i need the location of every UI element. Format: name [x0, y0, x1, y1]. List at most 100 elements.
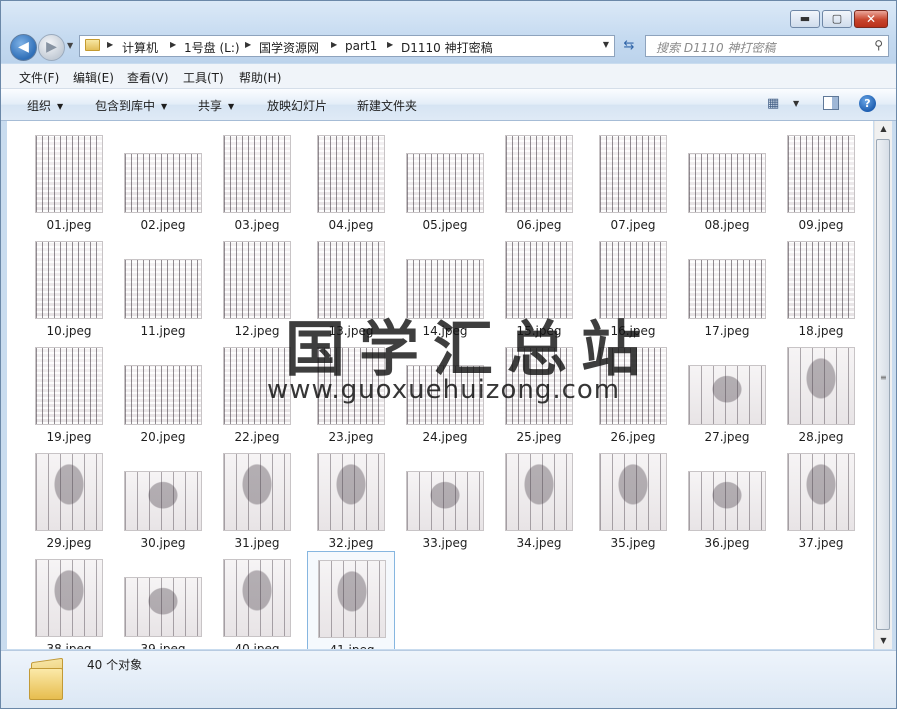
chevron-down-icon[interactable]: ▼ [793, 99, 799, 108]
breadcrumb-computer[interactable]: 计算机 [122, 39, 158, 56]
breadcrumb-separator-icon[interactable]: ▶ [245, 40, 251, 49]
menu-edit[interactable]: 编辑(E) [73, 69, 114, 86]
close-icon: ✕ [865, 12, 877, 26]
file-thumbnail[interactable]: 41.jpeg [307, 551, 395, 649]
file-thumbnail[interactable]: 17.jpeg [683, 233, 771, 338]
details-pane: 40 个对象 [1, 650, 896, 708]
breadcrumb-separator-icon[interactable]: ▶ [331, 40, 337, 49]
thumbnail-image [35, 241, 103, 319]
file-name-label: 20.jpeg [140, 430, 186, 444]
scroll-thumb[interactable]: ≡ [876, 139, 890, 630]
file-name-label: 18.jpeg [798, 324, 844, 338]
file-thumbnail[interactable]: 10.jpeg [25, 233, 113, 338]
thumbnail-image [124, 259, 202, 319]
breadcrumb-drive[interactable]: 1号盘 (L:) [184, 39, 240, 56]
file-thumbnail[interactable]: 27.jpeg [683, 339, 771, 444]
address-bar[interactable]: ▶ 计算机 ▶ 1号盘 (L:) ▶ 国学资源网 ▶ part1 ▶ D1110… [79, 35, 615, 57]
title-bar: ▬ ▢ ✕ ◀ ▶ ▼ ▶ 计算机 ▶ 1号盘 (L:) ▶ 国学资源网 ▶ p… [1, 1, 896, 63]
forward-button[interactable]: ▶ [38, 34, 65, 61]
file-name-label: 25.jpeg [516, 430, 562, 444]
breadcrumb-part1[interactable]: part1 [345, 39, 377, 53]
file-thumbnail[interactable]: 18.jpeg [777, 233, 865, 338]
file-thumbnail[interactable]: 06.jpeg [495, 127, 583, 232]
forward-arrow-icon: ▶ [46, 39, 57, 55]
file-thumbnail[interactable]: 29.jpeg [25, 445, 113, 550]
file-thumbnail[interactable]: 01.jpeg [25, 127, 113, 232]
file-name-label: 38.jpeg [46, 642, 92, 649]
thumbnail-image [688, 153, 766, 213]
file-name-label: 11.jpeg [140, 324, 186, 338]
file-thumbnail[interactable]: 03.jpeg [213, 127, 301, 232]
maximize-button[interactable]: ▢ [822, 10, 852, 28]
chevron-down-icon: ▼ [57, 102, 64, 111]
file-thumbnail[interactable]: 33.jpeg [401, 445, 489, 550]
file-thumbnail[interactable]: 08.jpeg [683, 127, 771, 232]
menu-bar: 文件(F) 编辑(E) 查看(V) 工具(T) 帮助(H) [1, 64, 896, 89]
search-input[interactable]: 搜索 D1110 神打密稿 ⚲ [645, 35, 889, 57]
file-name-label: 36.jpeg [704, 536, 750, 550]
organize-button[interactable]: 组织 ▼ [27, 97, 63, 114]
menu-help[interactable]: 帮助(H) [239, 69, 281, 86]
slideshow-button[interactable]: 放映幻灯片 [267, 97, 327, 114]
file-thumbnail[interactable]: 30.jpeg [119, 445, 207, 550]
thumbnail-image [688, 259, 766, 319]
thumbnail-image [505, 135, 573, 213]
maximize-icon: ▢ [831, 12, 843, 25]
explorer-window: ▬ ▢ ✕ ◀ ▶ ▼ ▶ 计算机 ▶ 1号盘 (L:) ▶ 国学资源网 ▶ p… [0, 0, 897, 709]
file-thumbnail[interactable]: 37.jpeg [777, 445, 865, 550]
address-dropdown-icon[interactable]: ▼ [603, 40, 609, 49]
breadcrumb-current-folder[interactable]: D1110 神打密稿 [401, 39, 493, 56]
thumbnail-image [124, 365, 202, 425]
file-thumbnail[interactable]: 40.jpeg [213, 551, 301, 649]
file-thumbnail[interactable]: 02.jpeg [119, 127, 207, 232]
breadcrumb-separator-icon[interactable]: ▶ [107, 40, 113, 49]
file-name-label: 22.jpeg [234, 430, 280, 444]
organize-label: 组织 [27, 99, 52, 113]
file-thumbnail[interactable]: 36.jpeg [683, 445, 771, 550]
file-thumbnail[interactable]: 39.jpeg [119, 551, 207, 649]
file-thumbnail[interactable]: 35.jpeg [589, 445, 677, 550]
scroll-up-icon[interactable]: ▲ [875, 121, 892, 137]
menu-file[interactable]: 文件(F) [19, 69, 59, 86]
breadcrumb-separator-icon[interactable]: ▶ [387, 40, 393, 49]
search-icon[interactable]: ⚲ [874, 38, 883, 52]
file-thumbnail[interactable]: 34.jpeg [495, 445, 583, 550]
file-thumbnail[interactable]: 09.jpeg [777, 127, 865, 232]
breadcrumb-separator-icon[interactable]: ▶ [170, 40, 176, 49]
file-thumbnail[interactable]: 38.jpeg [25, 551, 113, 649]
search-placeholder: 搜索 D1110 神打密稿 [656, 41, 776, 55]
vertical-scrollbar[interactable]: ▲ ≡ ▼ [874, 121, 892, 649]
thumbnail-image [124, 471, 202, 531]
file-thumbnail[interactable]: 32.jpeg [307, 445, 395, 550]
back-button[interactable]: ◀ [10, 34, 37, 61]
file-thumbnail[interactable]: 05.jpeg [401, 127, 489, 232]
close-button[interactable]: ✕ [854, 10, 888, 28]
change-view-icon[interactable]: ▦ [767, 96, 779, 111]
file-thumbnail[interactable]: 11.jpeg [119, 233, 207, 338]
recent-pages-dropdown[interactable]: ▼ [67, 41, 73, 50]
preview-pane-icon[interactable] [823, 96, 839, 110]
file-name-label: 40.jpeg [234, 642, 280, 649]
file-thumbnail[interactable]: 31.jpeg [213, 445, 301, 550]
new-folder-button[interactable]: 新建文件夹 [357, 97, 417, 114]
menu-tools[interactable]: 工具(T) [183, 69, 224, 86]
menu-view[interactable]: 查看(V) [127, 69, 169, 86]
file-name-label: 09.jpeg [798, 218, 844, 232]
file-list[interactable]: 01.jpeg 02.jpeg 03.jpeg 04.jpeg 05.jpeg 06.jp… [7, 121, 873, 649]
file-thumbnail[interactable]: 28.jpeg [777, 339, 865, 444]
thumbnail-image [688, 471, 766, 531]
file-thumbnail[interactable]: 19.jpeg [25, 339, 113, 444]
thumbnail-image [787, 135, 855, 213]
file-thumbnail[interactable]: 07.jpeg [589, 127, 677, 232]
breadcrumb-guoxue[interactable]: 国学资源网 [259, 39, 319, 56]
file-thumbnail[interactable]: 20.jpeg [119, 339, 207, 444]
minimize-button[interactable]: ▬ [790, 10, 820, 28]
include-in-library-button[interactable]: 包含到库中 ▼ [95, 97, 167, 114]
file-name-label: 03.jpeg [234, 218, 280, 232]
share-button[interactable]: 共享 ▼ [198, 97, 234, 114]
scroll-down-icon[interactable]: ▼ [875, 633, 892, 649]
refresh-icon[interactable]: ⇆ [618, 35, 640, 57]
help-icon[interactable]: ? [859, 95, 876, 112]
file-name-label: 35.jpeg [610, 536, 656, 550]
file-thumbnail[interactable]: 04.jpeg [307, 127, 395, 232]
